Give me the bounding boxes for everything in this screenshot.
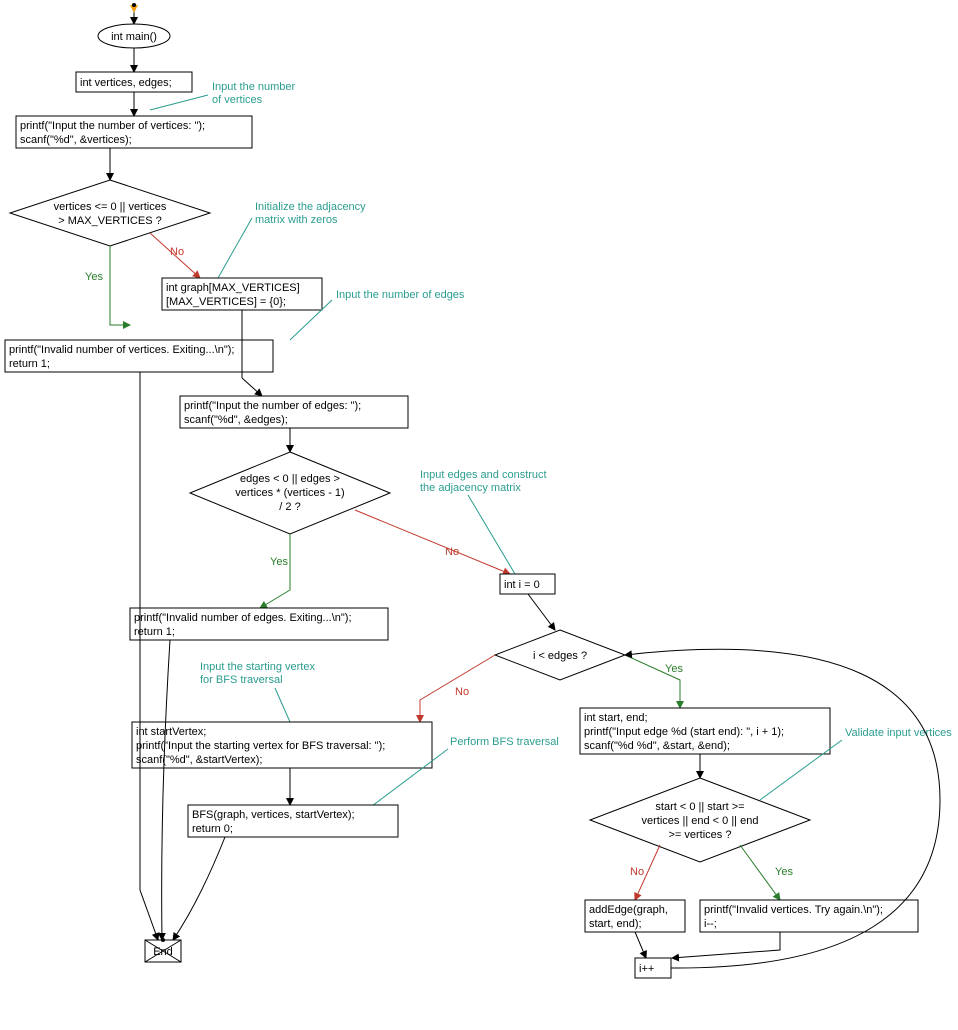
cond-vertices-l2: > MAX_VERTICES ? xyxy=(58,215,161,227)
comment5-l1: Input the starting vertex xyxy=(200,661,315,673)
comment3: Input the number of edges xyxy=(336,289,465,301)
comment1-line2: of vertices xyxy=(212,94,263,106)
input-edges-l2: scanf("%d", &edges); xyxy=(184,414,288,426)
cond-edges-l3: / 2 ? xyxy=(279,501,300,513)
comment6: Validate input vertices xyxy=(845,727,952,739)
yes-3: Yes xyxy=(665,663,683,675)
cond-edges-l2: vertices * (vertices - 1) xyxy=(235,487,344,499)
comment4-l1: Input edges and construct xyxy=(420,469,547,481)
cond-se-l1: start < 0 || start >= xyxy=(655,801,744,813)
cond-vertices-node xyxy=(10,180,210,246)
comment7: Perform BFS traversal xyxy=(450,736,559,748)
invalid-se-l2: i--; xyxy=(704,918,717,930)
comment2-l1: Initialize the adjacency xyxy=(255,201,366,213)
init-graph-l2: [MAX_VERTICES] = {0}; xyxy=(166,296,286,308)
bfs-l1: BFS(graph, vertices, startVertex); xyxy=(192,809,355,821)
comment2-l2: matrix with zeros xyxy=(255,214,338,226)
incr-text: i++ xyxy=(639,963,654,975)
end-text: End xyxy=(153,946,173,958)
no-1: No xyxy=(170,246,184,258)
no-3: No xyxy=(455,686,469,698)
comment4-l2: the adjacency matrix xyxy=(420,482,521,494)
input-edges-l1: printf("Input the number of edges: "); xyxy=(184,400,361,412)
cond-se-l3: >= vertices ? xyxy=(669,829,732,841)
yes-4: Yes xyxy=(775,866,793,878)
add-edge-l1: addEdge(graph, xyxy=(589,904,668,916)
flowchart-svg: int main() int vertices, edges; Input th… xyxy=(0,0,958,1030)
cond-loop-text: i < edges ? xyxy=(533,650,587,662)
cond-vertices-l1: vertices <= 0 || vertices xyxy=(54,201,167,213)
input-edge-l1: int start, end; xyxy=(584,712,648,724)
input-start-l2: printf("Input the starting vertex for BF… xyxy=(136,740,385,752)
invalid-se-l1: printf("Invalid vertices. Try again.\n")… xyxy=(704,904,883,916)
init-i-text: int i = 0 xyxy=(504,579,540,591)
invalid-edges-l1: printf("Invalid number of edges. Exiting… xyxy=(134,612,352,624)
add-edge-l2: start, end); xyxy=(589,918,642,930)
yes-2: Yes xyxy=(270,556,288,568)
init-graph-l1: int graph[MAX_VERTICES] xyxy=(166,282,300,294)
invalid-vertices-l2: return 1; xyxy=(9,358,50,370)
cond-se-l2: vertices || end < 0 || end xyxy=(642,815,759,827)
no-4: No xyxy=(630,866,644,878)
invalid-vertices-l1: printf("Invalid number of vertices. Exit… xyxy=(9,344,234,356)
input-edge-l3: scanf("%d %d", &start, &end); xyxy=(584,740,730,752)
start-label: int main() xyxy=(111,31,157,43)
input-start-l3: scanf("%d", &startVertex); xyxy=(136,754,262,766)
yes-1: Yes xyxy=(85,271,103,283)
comment1-line1: Input the number xyxy=(212,81,296,93)
comment5-l2: for BFS traversal xyxy=(200,674,283,686)
input-start-l1: int startVertex; xyxy=(136,726,206,738)
input-edge-l2: printf("Input edge %d (start end): ", i … xyxy=(584,726,784,738)
input-vertices-l1: printf("Input the number of vertices: ")… xyxy=(20,120,205,132)
decl-text: int vertices, edges; xyxy=(80,77,172,89)
bfs-l2: return 0; xyxy=(192,823,233,835)
no-2: No xyxy=(445,546,459,558)
cond-edges-l1: edges < 0 || edges > xyxy=(240,473,340,485)
input-vertices-l2: scanf("%d", &vertices); xyxy=(20,134,132,146)
